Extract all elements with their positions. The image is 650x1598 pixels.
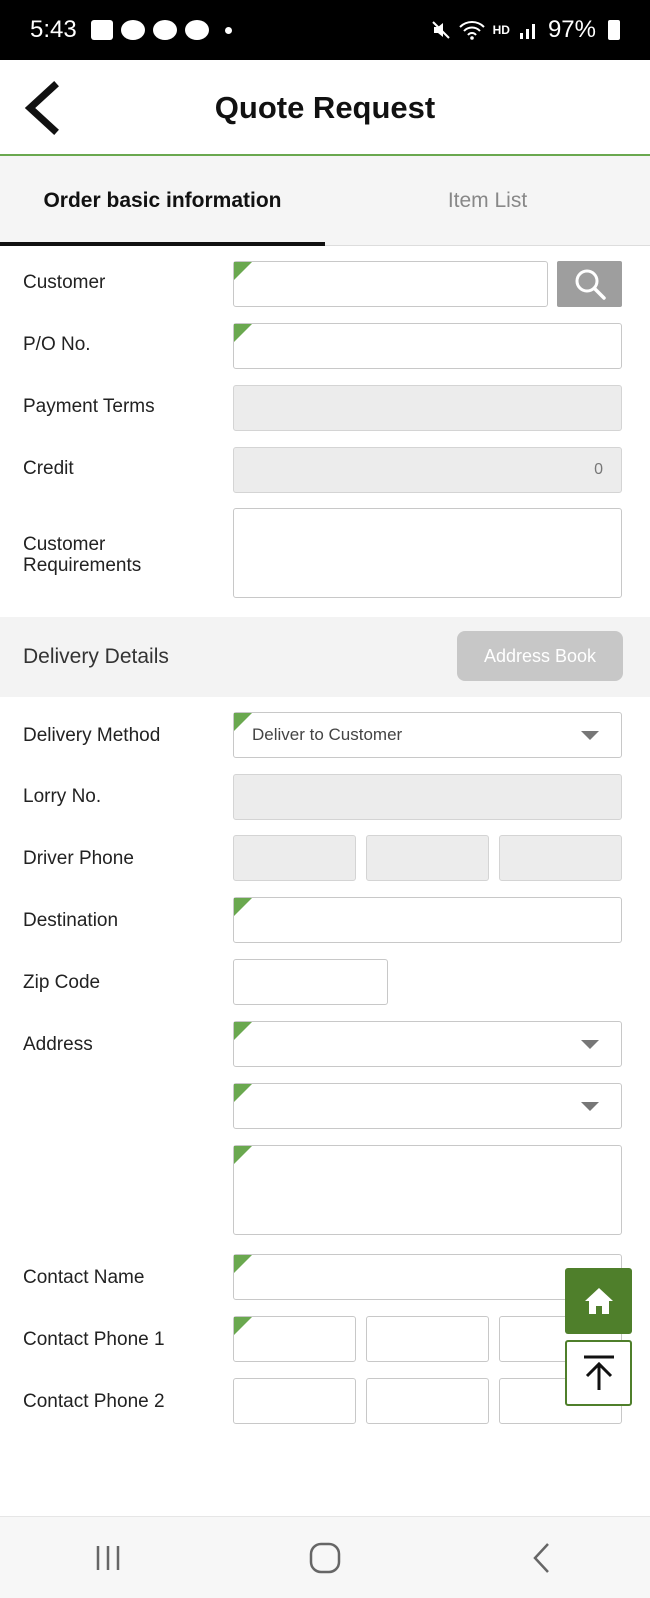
delivery-details-section: Delivery Details Address Book <box>0 617 650 697</box>
battery-icon <box>608 20 620 40</box>
message-icon <box>184 20 209 40</box>
customer-input[interactable] <box>233 261 548 307</box>
driver-phone-part3 <box>499 835 622 881</box>
driver-phone-part2 <box>366 835 489 881</box>
talk-icon <box>152 20 177 40</box>
scroll-to-top-button[interactable] <box>565 1340 632 1406</box>
status-time: 5:43 <box>30 16 77 43</box>
nav-home-button[interactable] <box>295 1533 355 1583</box>
screen: 5:43 HD 97% Quote Request Order basic in… <box>0 0 650 1598</box>
payment-terms-field <box>233 385 622 431</box>
address-label: Address <box>23 1034 93 1055</box>
contact-name-input[interactable] <box>233 1254 622 1300</box>
more-notifications-icon <box>224 26 232 34</box>
status-bar: 5:43 HD 97% <box>0 0 650 60</box>
destination-input[interactable] <box>233 897 622 943</box>
contact-phone2-part1[interactable] <box>233 1378 356 1424</box>
home-icon <box>584 1288 613 1314</box>
driver-phone-label: Driver Phone <box>23 848 134 869</box>
home-button[interactable] <box>565 1268 632 1334</box>
nav-recent-apps-button[interactable] <box>78 1533 138 1583</box>
system-nav-bar <box>0 1516 650 1598</box>
tab-order-basic-information[interactable]: Order basic information <box>0 156 325 246</box>
credit-value: 0 <box>594 461 603 478</box>
nav-home-icon <box>309 1542 341 1573</box>
caret-down-icon <box>581 1102 599 1111</box>
address-detail-textarea[interactable] <box>233 1145 622 1235</box>
delivery-method-value: Deliver to Customer <box>252 725 403 744</box>
tab-item-list[interactable]: Item List <box>325 156 650 245</box>
hd-voice-icon: HD <box>492 23 510 37</box>
contact-phone1-part1[interactable] <box>233 1316 356 1362</box>
app-header: Quote Request <box>0 60 650 156</box>
nav-back-button[interactable] <box>512 1533 572 1583</box>
lorry-no-field <box>233 774 622 820</box>
zip-code-input[interactable] <box>233 959 388 1005</box>
mute-icon <box>431 21 450 39</box>
recent-apps-icon <box>97 1545 120 1570</box>
chat-icon <box>120 20 145 40</box>
customer-requirements-label: Customer Requirements <box>23 534 141 576</box>
search-icon <box>575 269 606 300</box>
battery-percent: 97% <box>547 16 596 43</box>
delivery-method-select[interactable]: Deliver to Customer <box>233 712 622 758</box>
nav-back-icon <box>532 1542 549 1573</box>
caret-down-icon <box>581 731 599 740</box>
notification-icons <box>90 20 232 40</box>
contact-phone1-part2[interactable] <box>366 1316 489 1362</box>
contact-name-label: Contact Name <box>23 1267 145 1288</box>
arrow-up-to-top-icon <box>583 1355 614 1390</box>
tab-bar: Order basic information Item List <box>0 156 650 246</box>
po-label: P/O No. <box>23 334 91 355</box>
delivery-details-title: Delivery Details <box>23 645 169 668</box>
customer-label: Customer <box>23 272 106 293</box>
payment-terms-label: Payment Terms <box>23 396 155 417</box>
address-select-1[interactable] <box>233 1021 622 1067</box>
customer-requirements-textarea[interactable] <box>233 508 622 598</box>
wifi-icon <box>458 21 485 40</box>
signal-icon <box>519 24 535 39</box>
delivery-method-label: Delivery Method <box>23 725 161 746</box>
caret-down-icon <box>581 1040 599 1049</box>
address-book-button[interactable]: Address Book <box>457 631 623 681</box>
gallery-icon <box>90 20 113 40</box>
zip-code-label: Zip Code <box>23 972 101 993</box>
address-select-2[interactable] <box>233 1083 622 1129</box>
page-title: Quote Request <box>214 90 436 125</box>
po-input[interactable] <box>233 323 622 369</box>
driver-phone-part1 <box>233 835 356 881</box>
contact-phone2-label: Contact Phone 2 <box>23 1391 165 1412</box>
credit-field: 0 <box>233 447 622 493</box>
destination-label: Destination <box>23 910 119 931</box>
contact-phone1-label: Contact Phone 1 <box>23 1329 165 1350</box>
customer-requirements-label-line2: Requirements <box>23 555 142 576</box>
contact-phone2-part2[interactable] <box>366 1378 489 1424</box>
customer-requirements-label-line1: Customer <box>23 534 106 555</box>
lorry-no-label: Lorry No. <box>23 786 102 807</box>
status-right: HD 97% <box>431 16 620 44</box>
credit-label: Credit <box>23 458 74 479</box>
customer-search-button[interactable] <box>557 261 622 307</box>
